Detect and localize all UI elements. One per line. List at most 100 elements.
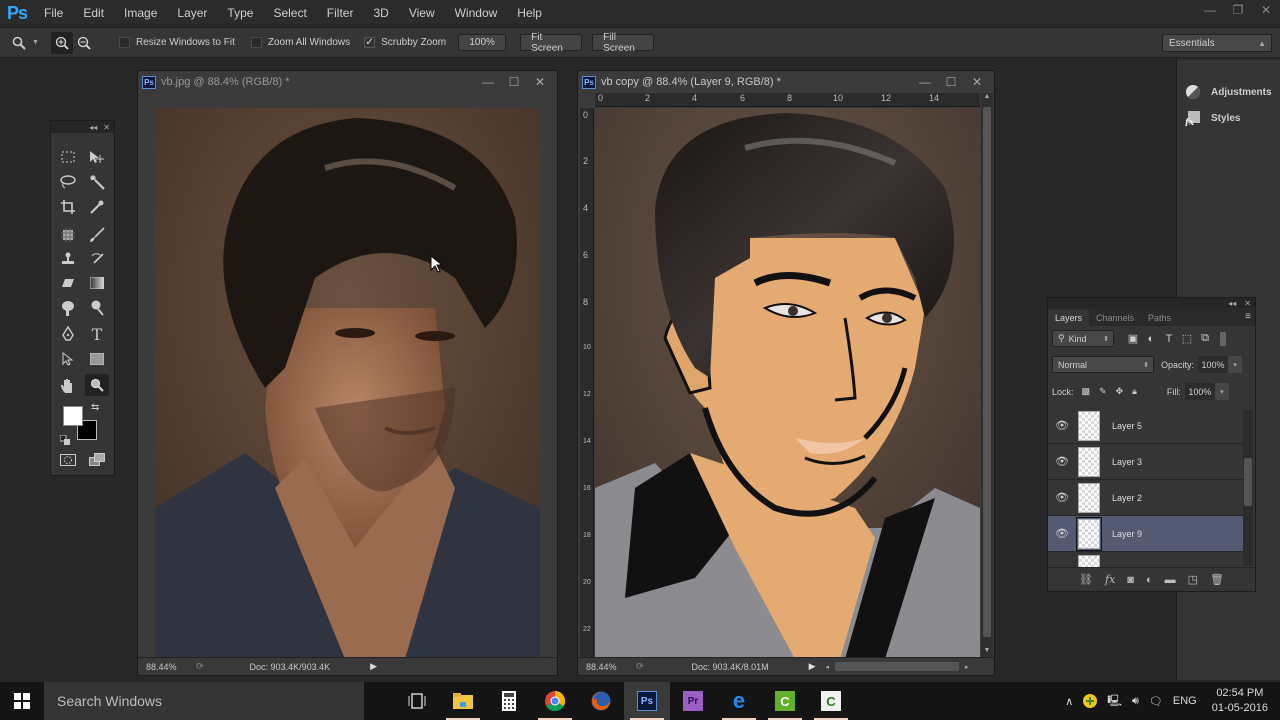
type-tool-icon[interactable]: T [85, 323, 109, 345]
foreground-color-swatch[interactable] [63, 406, 83, 426]
healing-brush-tool-icon[interactable] [56, 224, 80, 246]
preset-dropdown-arrow[interactable]: ▼ [32, 39, 39, 46]
taskbar-search-box[interactable]: Search Windows [44, 682, 364, 720]
layers-scroll-thumb[interactable] [1244, 458, 1252, 506]
opacity-dropdown[interactable]: ▾ [1228, 356, 1243, 373]
lasso-tool-icon[interactable] [56, 171, 80, 193]
default-colors-icon[interactable] [59, 432, 70, 445]
visibility-eye-icon[interactable]: 👁︎ [1048, 419, 1076, 432]
scrubby-zoom-box[interactable]: ✓ [364, 37, 376, 48]
tray-app-icon[interactable] [1083, 694, 1098, 708]
volume-icon[interactable]: 🔊︎ [1132, 695, 1139, 708]
close-panel-icon[interactable]: ✕ [1244, 299, 1251, 308]
filter-pixel-icon[interactable]: ▣ [1124, 331, 1142, 347]
scroll-right-icon[interactable]: ▸ [965, 663, 969, 671]
doc-maximize-button[interactable]: ☐ [501, 71, 527, 93]
new-group-folder-icon[interactable]: ▬ [1165, 574, 1176, 586]
doc-status-icon[interactable]: ⟳ [196, 661, 204, 672]
menu-window[interactable]: Window [445, 0, 508, 26]
language-indicator[interactable]: ENG [1173, 695, 1197, 707]
filter-adjustment-icon[interactable]: ◐ [1142, 331, 1160, 347]
start-button[interactable] [0, 682, 44, 720]
vertical-scroll-thumb[interactable] [983, 107, 991, 637]
filter-kind-select[interactable]: ⚲ Kind ⬍ [1052, 330, 1114, 347]
smudge-tool-icon[interactable] [56, 297, 80, 319]
menu-view[interactable]: View [399, 0, 445, 26]
hand-tool-icon[interactable] [56, 374, 80, 396]
dock-styles[interactable]: fx Styles [1185, 110, 1240, 126]
firefox-icon[interactable] [578, 682, 624, 720]
filter-toggle-switch[interactable] [1220, 331, 1226, 346]
delete-layer-trash-icon[interactable]: 🗑︎ [1210, 573, 1224, 586]
visibility-eye-icon[interactable]: 👁︎ [1048, 527, 1076, 540]
layer-row-partial[interactable] [1048, 552, 1243, 568]
new-adjustment-layer-icon[interactable]: ◐ [1146, 574, 1153, 586]
filter-smart-object-icon[interactable]: ⧉ [1196, 331, 1214, 347]
menu-layer[interactable]: Layer [167, 0, 217, 26]
zoom-tool-preset-icon[interactable] [8, 32, 30, 54]
app-close-button[interactable]: ✕ [1252, 0, 1280, 20]
status-menu-arrow-icon[interactable]: ▶ [370, 661, 377, 672]
menu-help[interactable]: Help [507, 0, 552, 26]
tab-layers[interactable]: Layers [1048, 310, 1090, 326]
clone-stamp-tool-icon[interactable] [56, 248, 80, 270]
horizontal-ruler[interactable]: 0 2 4 6 8 10 12 14 [595, 93, 980, 107]
scrubby-zoom-checkbox[interactable]: ✓ Scrubby Zoom [364, 37, 446, 48]
camtasia-studio-icon[interactable]: C [808, 682, 854, 720]
vertical-scrollbar[interactable]: ▲ ▼ [981, 93, 993, 659]
visibility-eye-icon[interactable]: 👁︎ [1048, 455, 1076, 468]
screen-mode-icon[interactable] [85, 449, 109, 471]
dock-adjustments[interactable]: Adjustments [1185, 84, 1272, 100]
tools-panel-header[interactable]: ◂◂ ✕ [51, 121, 114, 133]
zoom-100-button[interactable]: 100% [458, 34, 507, 51]
lock-transparent-icon[interactable]: ▩ [1082, 386, 1091, 397]
app-minimize-button[interactable]: — [1196, 0, 1224, 20]
opacity-input[interactable]: 100% [1198, 356, 1229, 373]
path-selection-tool-icon[interactable] [56, 348, 80, 370]
eraser-tool-icon[interactable] [56, 272, 80, 294]
close-panel-icon[interactable]: ✕ [103, 123, 110, 132]
menu-filter[interactable]: Filter [317, 0, 364, 26]
doc-maximize-button[interactable]: ☐ [938, 71, 964, 93]
chrome-icon[interactable] [532, 682, 578, 720]
eyedropper-tool-icon[interactable] [85, 196, 109, 218]
canvas-cartoon-portrait[interactable] [595, 108, 980, 659]
file-explorer-icon[interactable] [440, 682, 486, 720]
menu-file[interactable]: File [34, 0, 73, 26]
filter-type-icon[interactable]: T [1160, 331, 1178, 347]
layer-row-selected[interactable]: 👁︎ Layer 9 [1048, 516, 1243, 552]
collapse-icon[interactable]: ◂◂ [1228, 299, 1236, 308]
taskbar-clock[interactable]: 02:54 PM 01-05-2016 [1212, 686, 1268, 716]
menu-3d[interactable]: 3D [363, 0, 398, 26]
task-view-icon[interactable] [394, 682, 440, 720]
new-layer-icon[interactable]: ◳ [1188, 573, 1198, 586]
scroll-left-icon[interactable]: ◂ [826, 663, 830, 671]
calculator-icon[interactable] [486, 682, 532, 720]
marquee-tool-icon[interactable] [56, 146, 80, 168]
fill-input[interactable]: 100% [1184, 383, 1215, 400]
doc-close-button[interactable]: ✕ [964, 71, 990, 93]
lock-all-icon[interactable]: 🔒︎ [1132, 386, 1137, 397]
premiere-icon[interactable]: Pr [670, 682, 716, 720]
layer-row[interactable]: 👁︎ Layer 3 [1048, 444, 1243, 480]
resize-windows-box[interactable] [118, 37, 130, 48]
quick-mask-icon[interactable] [56, 449, 80, 471]
layer-row[interactable]: 👁︎ Layer 2 [1048, 480, 1243, 516]
network-icon[interactable]: 🖳︎ [1107, 692, 1122, 711]
workspace-select[interactable]: Essentials ▲ [1162, 34, 1272, 52]
action-center-icon[interactable]: 🗨︎ [1149, 695, 1163, 708]
zoom-tool-icon[interactable] [85, 374, 109, 396]
status-menu-arrow-icon[interactable]: ▶ [809, 661, 816, 672]
filter-shape-icon[interactable]: ⬚ [1178, 331, 1196, 347]
zoom-all-windows-checkbox[interactable]: Zoom All Windows [250, 37, 350, 48]
link-layers-icon[interactable]: ⛓︎ [1079, 573, 1093, 586]
gradient-tool-icon[interactable] [85, 272, 109, 294]
zoom-in-icon[interactable] [50, 31, 73, 54]
doc-close-button[interactable]: ✕ [527, 71, 553, 93]
edge-icon[interactable]: e [716, 682, 762, 720]
tab-paths[interactable]: Paths [1141, 310, 1178, 326]
document-tab-original[interactable]: Ps vb.jpg @ 88.4% (RGB/8) * — ☐ ✕ [138, 71, 557, 93]
blend-mode-select[interactable]: Normal ⬍ [1052, 356, 1154, 373]
camtasia-recorder-icon[interactable]: C [762, 682, 808, 720]
swap-colors-icon[interactable]: ⇆ [91, 402, 99, 413]
